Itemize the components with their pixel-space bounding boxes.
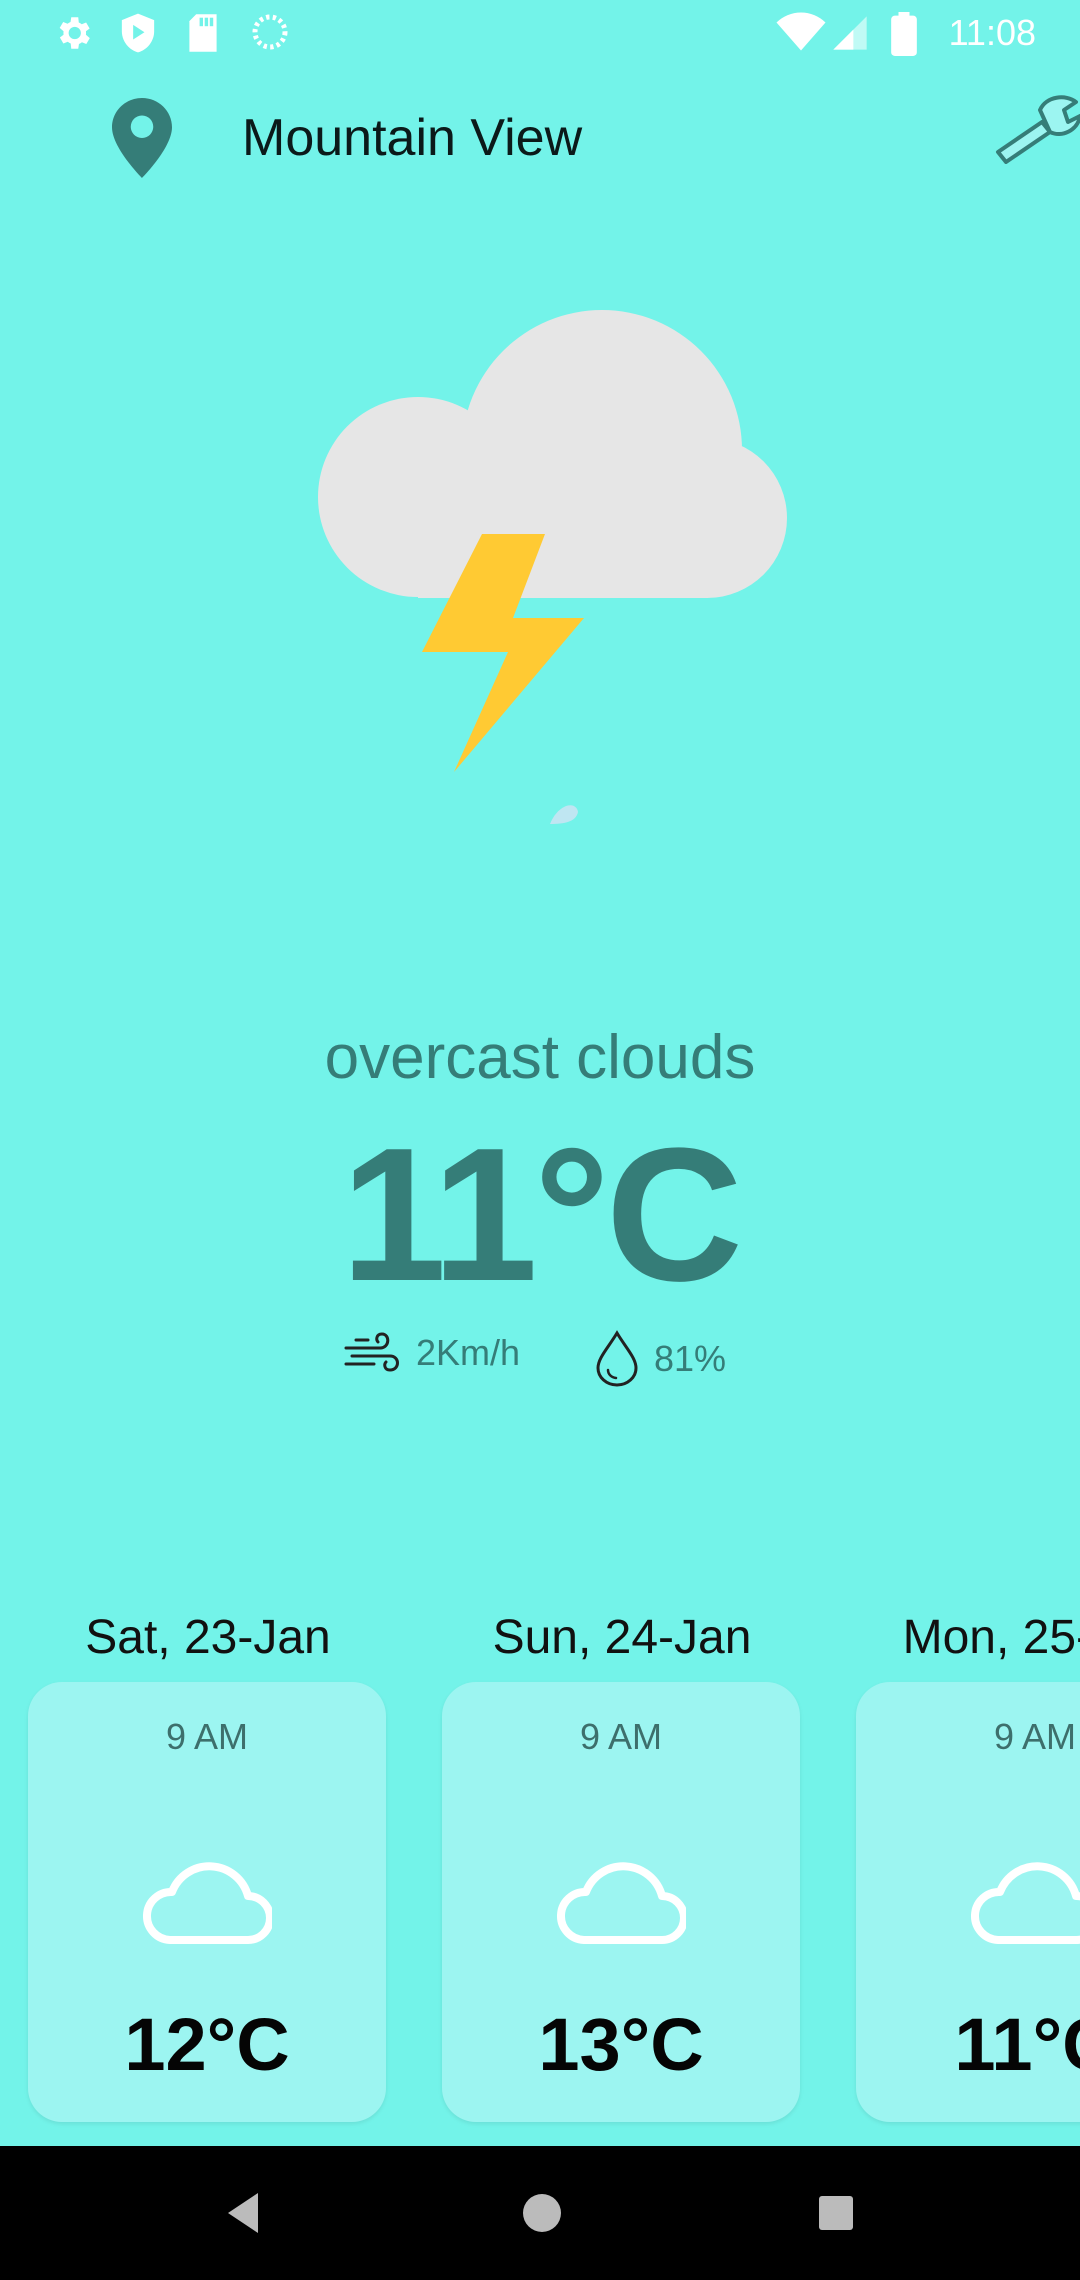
current-temperature: 11°C — [340, 1109, 743, 1321]
signal-icon — [833, 16, 867, 50]
wrench-icon[interactable] — [990, 92, 1080, 164]
wind-speed: 2Km/h — [416, 1332, 521, 1373]
home-icon[interactable] — [512, 2183, 572, 2243]
back-icon[interactable] — [218, 2183, 268, 2243]
forecast-card[interactable]: 9 AM 13°C — [442, 1682, 800, 2122]
forecast-time: 9 AM — [993, 1716, 1077, 1757]
cloud-icon — [971, 1862, 1080, 1944]
wind-icon — [344, 1332, 399, 1372]
map-pin-icon — [112, 98, 172, 178]
location-name[interactable]: Mountain View — [242, 108, 582, 168]
forecast-card[interactable]: 9 AM 12°C — [28, 1682, 386, 2122]
forecast-date: Mon, 25-Jan — [902, 1611, 1080, 1664]
thunderstorm-cloud-icon — [318, 310, 787, 824]
sd-card-icon — [189, 14, 217, 52]
forecast-temp: 13°C — [538, 2003, 704, 2086]
shield-icon — [121, 13, 155, 53]
wifi-icon — [776, 12, 826, 51]
navigation-bar — [0, 2146, 1080, 2280]
weather-description: overcast clouds — [324, 1023, 756, 1092]
weather-stats: 2Km/h 81% — [0, 1330, 1080, 1400]
forecast-date: Sun, 24-Jan — [492, 1611, 752, 1664]
forecast-list[interactable]: Sat, 23-Jan 9 AM 12°C Sun, 24-Jan 9 AM 1… — [0, 1610, 1080, 2130]
cloud-icon — [143, 1862, 272, 1944]
forecast-temp: 11°C — [954, 2003, 1080, 2086]
forecast-time: 9 AM — [165, 1716, 249, 1757]
forecast-temp: 12°C — [124, 2003, 290, 2086]
battery-icon — [891, 12, 917, 56]
forecast-time: 9 AM — [579, 1716, 663, 1757]
forecast-date: Sat, 23-Jan — [85, 1611, 331, 1664]
status-time: 11:08 — [948, 12, 1036, 53]
sync-icon — [252, 14, 288, 50]
top-bar: Mountain View — [0, 80, 1080, 200]
humidity-value: 81% — [654, 1338, 727, 1379]
forecast-card[interactable]: 9 AM 11°C — [856, 1682, 1080, 2122]
humidity-stat: 81% — [594, 1330, 726, 1388]
water-drop-icon — [596, 1330, 638, 1387]
status-bar: 11:08 — [0, 0, 1080, 66]
wind-stat: 2Km/h — [344, 1330, 520, 1376]
cloud-icon — [557, 1862, 686, 1944]
recents-icon[interactable] — [806, 2183, 866, 2243]
settings-icon — [59, 17, 90, 49]
